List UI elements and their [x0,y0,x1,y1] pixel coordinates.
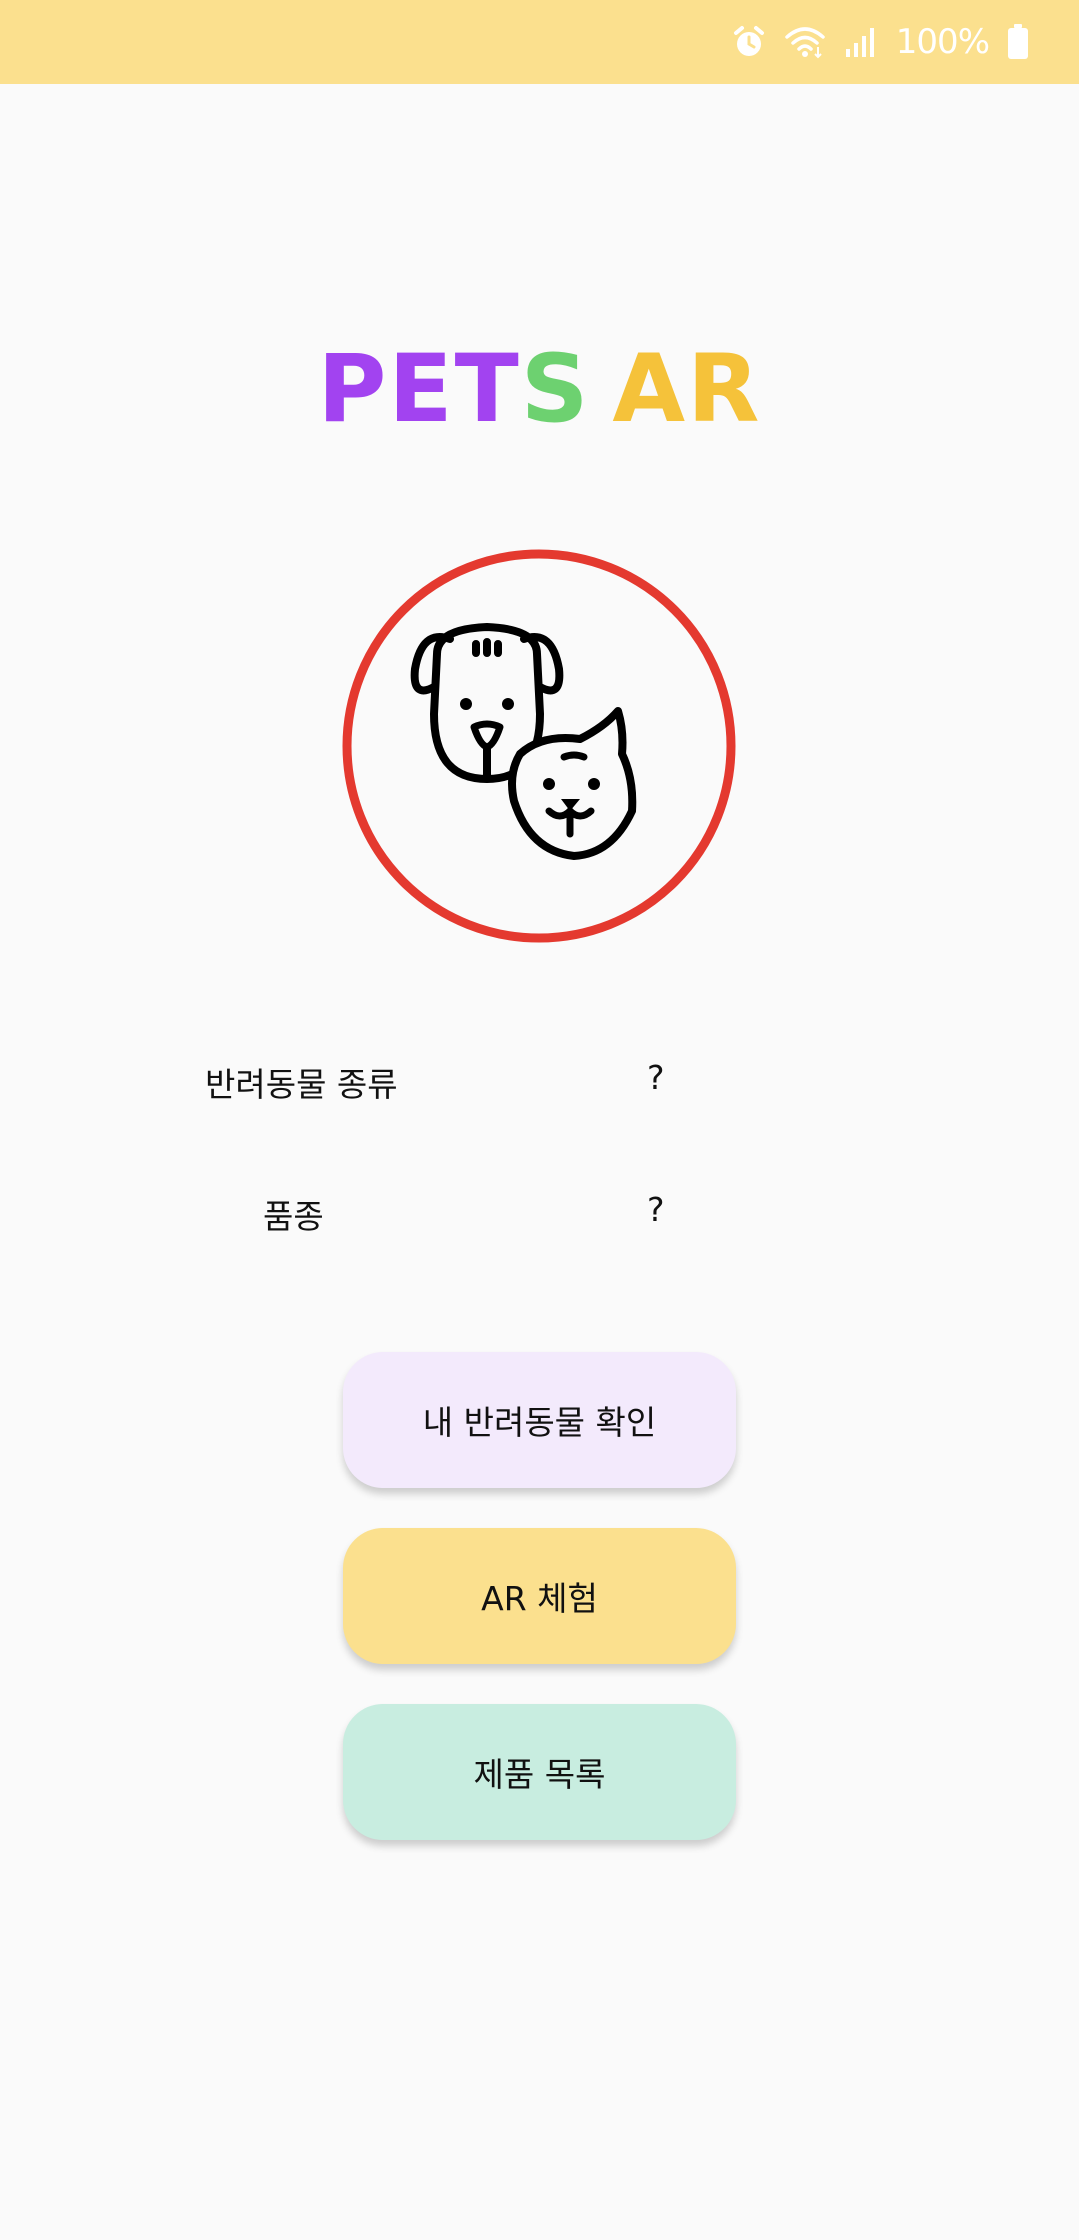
status-bar: 100% [0,0,1079,84]
battery-percentage: 100% [895,22,990,62]
signal-icon [844,25,878,59]
alarm-icon [732,25,766,59]
logo-letter: P [317,335,389,444]
logo-letter: R [687,335,762,444]
ar-experience-button[interactable]: AR 체험 [343,1528,736,1664]
logo-letter: S [520,335,591,444]
pet-type-label: 반려동물 종류 [205,1065,398,1104]
wifi-icon [784,25,826,59]
battery-icon [1007,24,1029,60]
pet-emblem [342,549,736,943]
dog-and-cat-icon [342,549,736,943]
logo-letter: T [454,335,521,444]
status-icons: 100% [732,0,1029,84]
logo-letter: E [388,335,455,444]
pet-type-value: ? [647,1058,665,1097]
app-logo: PETS AR [0,340,1079,440]
breed-value: ? [647,1190,665,1229]
product-list-button[interactable]: 제품 목록 [343,1704,736,1840]
check-my-pet-button[interactable]: 내 반려동물 확인 [343,1352,736,1488]
logo-letter: A [612,335,688,444]
breed-label: 품종 [263,1197,324,1236]
